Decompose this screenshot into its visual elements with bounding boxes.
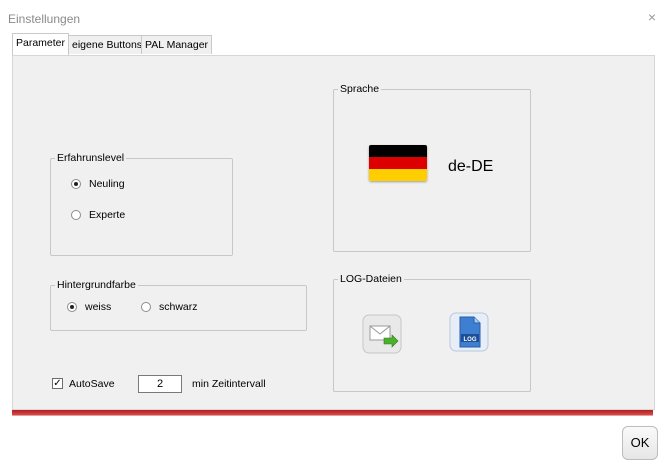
tab-eigene-buttons[interactable]: eigene Buttons xyxy=(68,35,147,54)
close-icon[interactable]: × xyxy=(648,9,656,25)
title-bar: Einstellungen × xyxy=(0,0,662,32)
german-flag-icon[interactable] xyxy=(369,145,427,181)
radio-schwarz-dot[interactable] xyxy=(141,302,151,312)
radio-neuling[interactable]: Neuling xyxy=(71,178,125,190)
window-title: Einstellungen xyxy=(8,12,81,26)
language-legend: Sprache xyxy=(340,83,380,95)
flag-stripe-gold xyxy=(369,169,427,181)
log-icon-text: LOG xyxy=(464,337,477,343)
mail-send-icon[interactable] xyxy=(362,314,402,354)
radio-experte[interactable]: Experte xyxy=(71,209,125,221)
background-color-legend: Hintergrundfarbe xyxy=(57,279,136,291)
ok-button[interactable]: OK xyxy=(622,426,658,460)
radio-weiss-label: weiss xyxy=(85,301,112,313)
autosave-label: AutoSave xyxy=(69,378,115,390)
radio-neuling-label: Neuling xyxy=(89,178,125,190)
radio-neuling-dot[interactable] xyxy=(71,179,81,189)
flag-stripe-red xyxy=(369,157,427,169)
log-files-legend: LOG-Dateien xyxy=(340,273,402,285)
radio-weiss[interactable]: weiss xyxy=(67,301,111,313)
tab-panel-parameter: Erfahrunslevel Neuling Experte Hintergru… xyxy=(12,55,655,410)
tab-parameter[interactable]: Parameter xyxy=(12,33,70,55)
flag-stripe-black xyxy=(369,145,427,157)
autosave-checkbox[interactable]: ✓ xyxy=(52,378,63,389)
language-code: de-DE xyxy=(448,158,494,175)
radio-experte-dot[interactable] xyxy=(71,210,81,220)
footer-divider xyxy=(12,415,653,416)
language-group: Sprache xyxy=(333,83,531,252)
radio-schwarz-label: schwarz xyxy=(159,301,198,313)
experience-level-legend: Erfahrunslevel xyxy=(57,152,125,164)
radio-experte-label: Experte xyxy=(89,209,126,221)
radio-schwarz[interactable]: schwarz xyxy=(141,301,198,313)
autosave-interval-unit: min Zeitintervall xyxy=(192,378,266,390)
radio-weiss-dot[interactable] xyxy=(67,302,77,312)
experience-level-group: Erfahrunslevel xyxy=(50,152,233,256)
autosave-interval-input[interactable]: 2 xyxy=(138,375,182,393)
log-file-icon[interactable]: LOG xyxy=(449,312,489,352)
tab-pal-manager[interactable]: PAL Manager xyxy=(141,35,213,54)
